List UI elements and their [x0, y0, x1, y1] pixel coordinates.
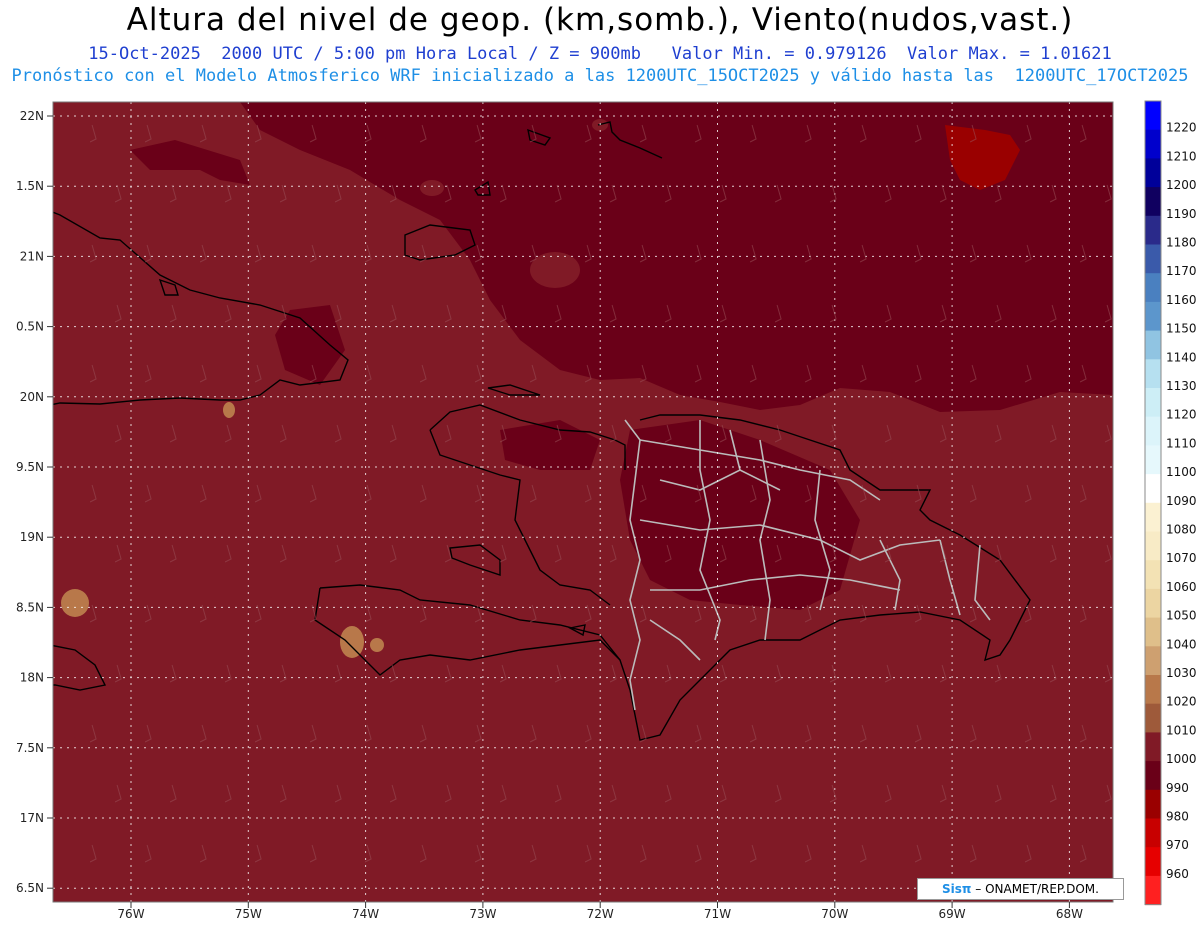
map-panel: [53, 102, 1113, 902]
colorbar-swatch: [1145, 531, 1161, 561]
colorbar-swatch: [1145, 301, 1161, 332]
lat-label: 17N: [20, 811, 44, 825]
lon-label: 70W: [821, 907, 848, 921]
sispi-logo: Sisπ: [942, 882, 972, 896]
colorbar-label: 1120: [1166, 408, 1197, 422]
colorbar-label: 1190: [1166, 207, 1197, 221]
colorbar-swatch: [1145, 187, 1161, 217]
colorbar-label: 1050: [1166, 609, 1197, 623]
colorbar-label: 1200: [1166, 178, 1197, 192]
lon-label: 73W: [469, 907, 496, 921]
colorbar-swatch: [1145, 129, 1161, 159]
lat-label: 9.5N: [16, 460, 44, 474]
lat-label: 7.5N: [16, 741, 44, 755]
colorbar-swatch: [1145, 158, 1161, 188]
colorbar-swatch: [1145, 588, 1161, 619]
colorbar-label: 1090: [1166, 494, 1197, 508]
light-patch: [420, 180, 444, 196]
tan-patch: [61, 589, 89, 617]
credit-text: – ONAMET/REP.DOM.: [975, 882, 1099, 896]
colorbar-label: 1080: [1166, 523, 1197, 537]
colorbar-label: 960: [1166, 867, 1189, 881]
credit-box: Sisπ – ONAMET/REP.DOM.: [917, 878, 1124, 900]
tan-patch: [340, 626, 364, 658]
lat-label: 18N: [20, 671, 44, 685]
colorbar-swatch: [1145, 847, 1161, 877]
lat-label: 1.5N: [16, 179, 44, 193]
colorbar-label: 1160: [1166, 293, 1197, 307]
colorbar-swatch: [1145, 416, 1161, 446]
colorbar-swatch: [1145, 818, 1161, 848]
colorbar-swatch: [1145, 502, 1161, 532]
colorbar-swatch: [1145, 359, 1161, 389]
colorbar-swatch: [1145, 273, 1161, 303]
colorbar-label: 1000: [1166, 752, 1197, 766]
colorbar-label: 1140: [1166, 350, 1197, 364]
lon-label: 68W: [1056, 907, 1083, 921]
light-patch: [530, 252, 580, 288]
lat-label: 8.5N: [16, 600, 44, 614]
latitude-labels: 22N 1.5N 21N 0.5N 20N 9.5N 19N 8.5N 18N 7.5N 17N 6.…: [16, 109, 53, 895]
lon-label: 69W: [939, 907, 966, 921]
colorbar-swatch: [1145, 875, 1161, 906]
colorbar-swatch: [1145, 732, 1161, 762]
lat-label: 0.5N: [16, 320, 44, 334]
colorbar-label: 1220: [1166, 121, 1197, 135]
colorbar-label: 1180: [1166, 236, 1197, 250]
lat-label: 20N: [20, 390, 44, 404]
colorbar-label: 1020: [1166, 695, 1197, 709]
colorbar-swatch: [1145, 761, 1161, 791]
colorbar-swatch: [1145, 244, 1161, 274]
colorbar-label: 1100: [1166, 465, 1197, 479]
longitude-labels: 76W 75W 74W 73W 72W 71W 70W 69W 68W: [117, 902, 1083, 921]
lat-label: 21N: [20, 249, 44, 263]
lon-label: 76W: [117, 907, 144, 921]
lon-label: 71W: [704, 907, 731, 921]
colorbar-swatch: [1145, 675, 1161, 705]
colorbar-swatch: [1145, 330, 1161, 360]
colorbar-label: 1060: [1166, 580, 1197, 594]
colorbar-label: 1070: [1166, 551, 1197, 565]
colorbar-label: 1110: [1166, 436, 1197, 450]
tan-patch: [223, 402, 235, 418]
tan-patch: [370, 638, 384, 652]
colorbar-swatch: [1145, 617, 1161, 647]
colorbar-label: 1010: [1166, 723, 1197, 737]
colorbar-label: 990: [1166, 781, 1189, 795]
colorbar-label: 1170: [1166, 264, 1197, 278]
colorbar-swatch: [1145, 215, 1161, 245]
lat-label: 19N: [20, 530, 44, 544]
colorbar-swatch: [1145, 560, 1161, 590]
lat-label: 22N: [20, 109, 44, 123]
lon-label: 72W: [587, 907, 614, 921]
colorbar-swatch: [1145, 646, 1161, 676]
lon-label: 75W: [235, 907, 262, 921]
forecast-map: 22N 1.5N 21N 0.5N 20N 9.5N 19N 8.5N 18N 7.5N 17N 6.…: [16, 100, 1197, 921]
colorbar: 1220 1210 1200 1190 1180 1170 1160 1150 1140 1130…: [1144, 100, 1197, 906]
colorbar-swatch: [1145, 101, 1161, 131]
colorbar-swatch: [1145, 474, 1161, 504]
colorbar-label: 1150: [1166, 322, 1197, 336]
colorbar-swatch: [1145, 388, 1161, 418]
colorbar-label: 1040: [1166, 637, 1197, 651]
colorbar-label: 980: [1166, 810, 1189, 824]
colorbar-swatch: [1145, 445, 1161, 475]
colorbar-label: 1130: [1166, 379, 1197, 393]
colorbar-swatch: [1145, 703, 1161, 733]
colorbar-swatch: [1145, 789, 1161, 819]
lon-label: 74W: [352, 907, 379, 921]
colorbar-label: 1030: [1166, 666, 1197, 680]
lat-label: 6.5N: [16, 881, 44, 895]
colorbar-label: 970: [1166, 838, 1189, 852]
colorbar-label: 1210: [1166, 149, 1197, 163]
